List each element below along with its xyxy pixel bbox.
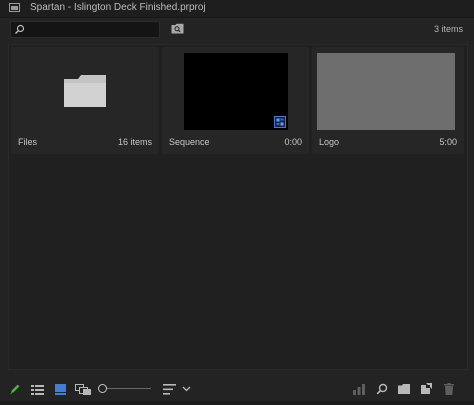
chevron-down-icon[interactable] [182,386,191,392]
pencil-icon[interactable] [9,383,21,395]
search-icon [15,24,25,34]
new-item-icon[interactable] [420,383,432,395]
search-field[interactable] [10,21,160,38]
find-icon[interactable] [376,383,388,395]
item-name: Logo [319,137,340,147]
bin-item-files[interactable]: Files 16 items [11,47,159,154]
panel-title-bar: Spartan - Islington Deck Finished.prproj [0,0,474,18]
new-bin-icon[interactable] [398,384,410,394]
project-title: Spartan - Islington Deck Finished.prproj [30,2,206,13]
project-items-grid: Files 16 items Sequence 0:00 Logo 5:00 [8,44,468,370]
new-search-bin-icon[interactable] [171,23,184,34]
item-name: Files [18,137,38,147]
item-count: 3 items [433,24,463,34]
sequence-icon [274,116,286,128]
clip-thumbnail[interactable] [317,53,455,130]
automate-to-sequence-icon[interactable] [353,384,365,395]
sequence-thumbnail[interactable] [184,53,288,130]
panel-bottom-border [0,401,474,405]
clip-item-logo[interactable]: Logo 5:00 [312,47,464,154]
folder-icon [64,75,106,107]
item-duration: 5:00 [439,137,457,147]
icon-view-icon[interactable] [55,384,66,395]
item-name: Sequence [169,137,210,147]
list-view-icon[interactable] [31,385,44,395]
item-meta: 16 items [117,137,152,147]
sequence-item[interactable]: Sequence 0:00 [162,47,309,154]
search-input[interactable] [27,22,155,37]
trash-icon[interactable] [444,383,454,395]
freeform-view-icon[interactable] [75,384,91,395]
sort-icons-icon[interactable] [163,384,176,395]
bin-thumbnail[interactable] [11,47,159,129]
zoom-slider-handle[interactable] [98,384,107,393]
item-duration: 0:00 [284,137,302,147]
project-icon [9,3,20,12]
project-panel: Spartan - Islington Deck Finished.prproj… [0,0,474,405]
zoom-slider-track[interactable] [103,388,151,389]
